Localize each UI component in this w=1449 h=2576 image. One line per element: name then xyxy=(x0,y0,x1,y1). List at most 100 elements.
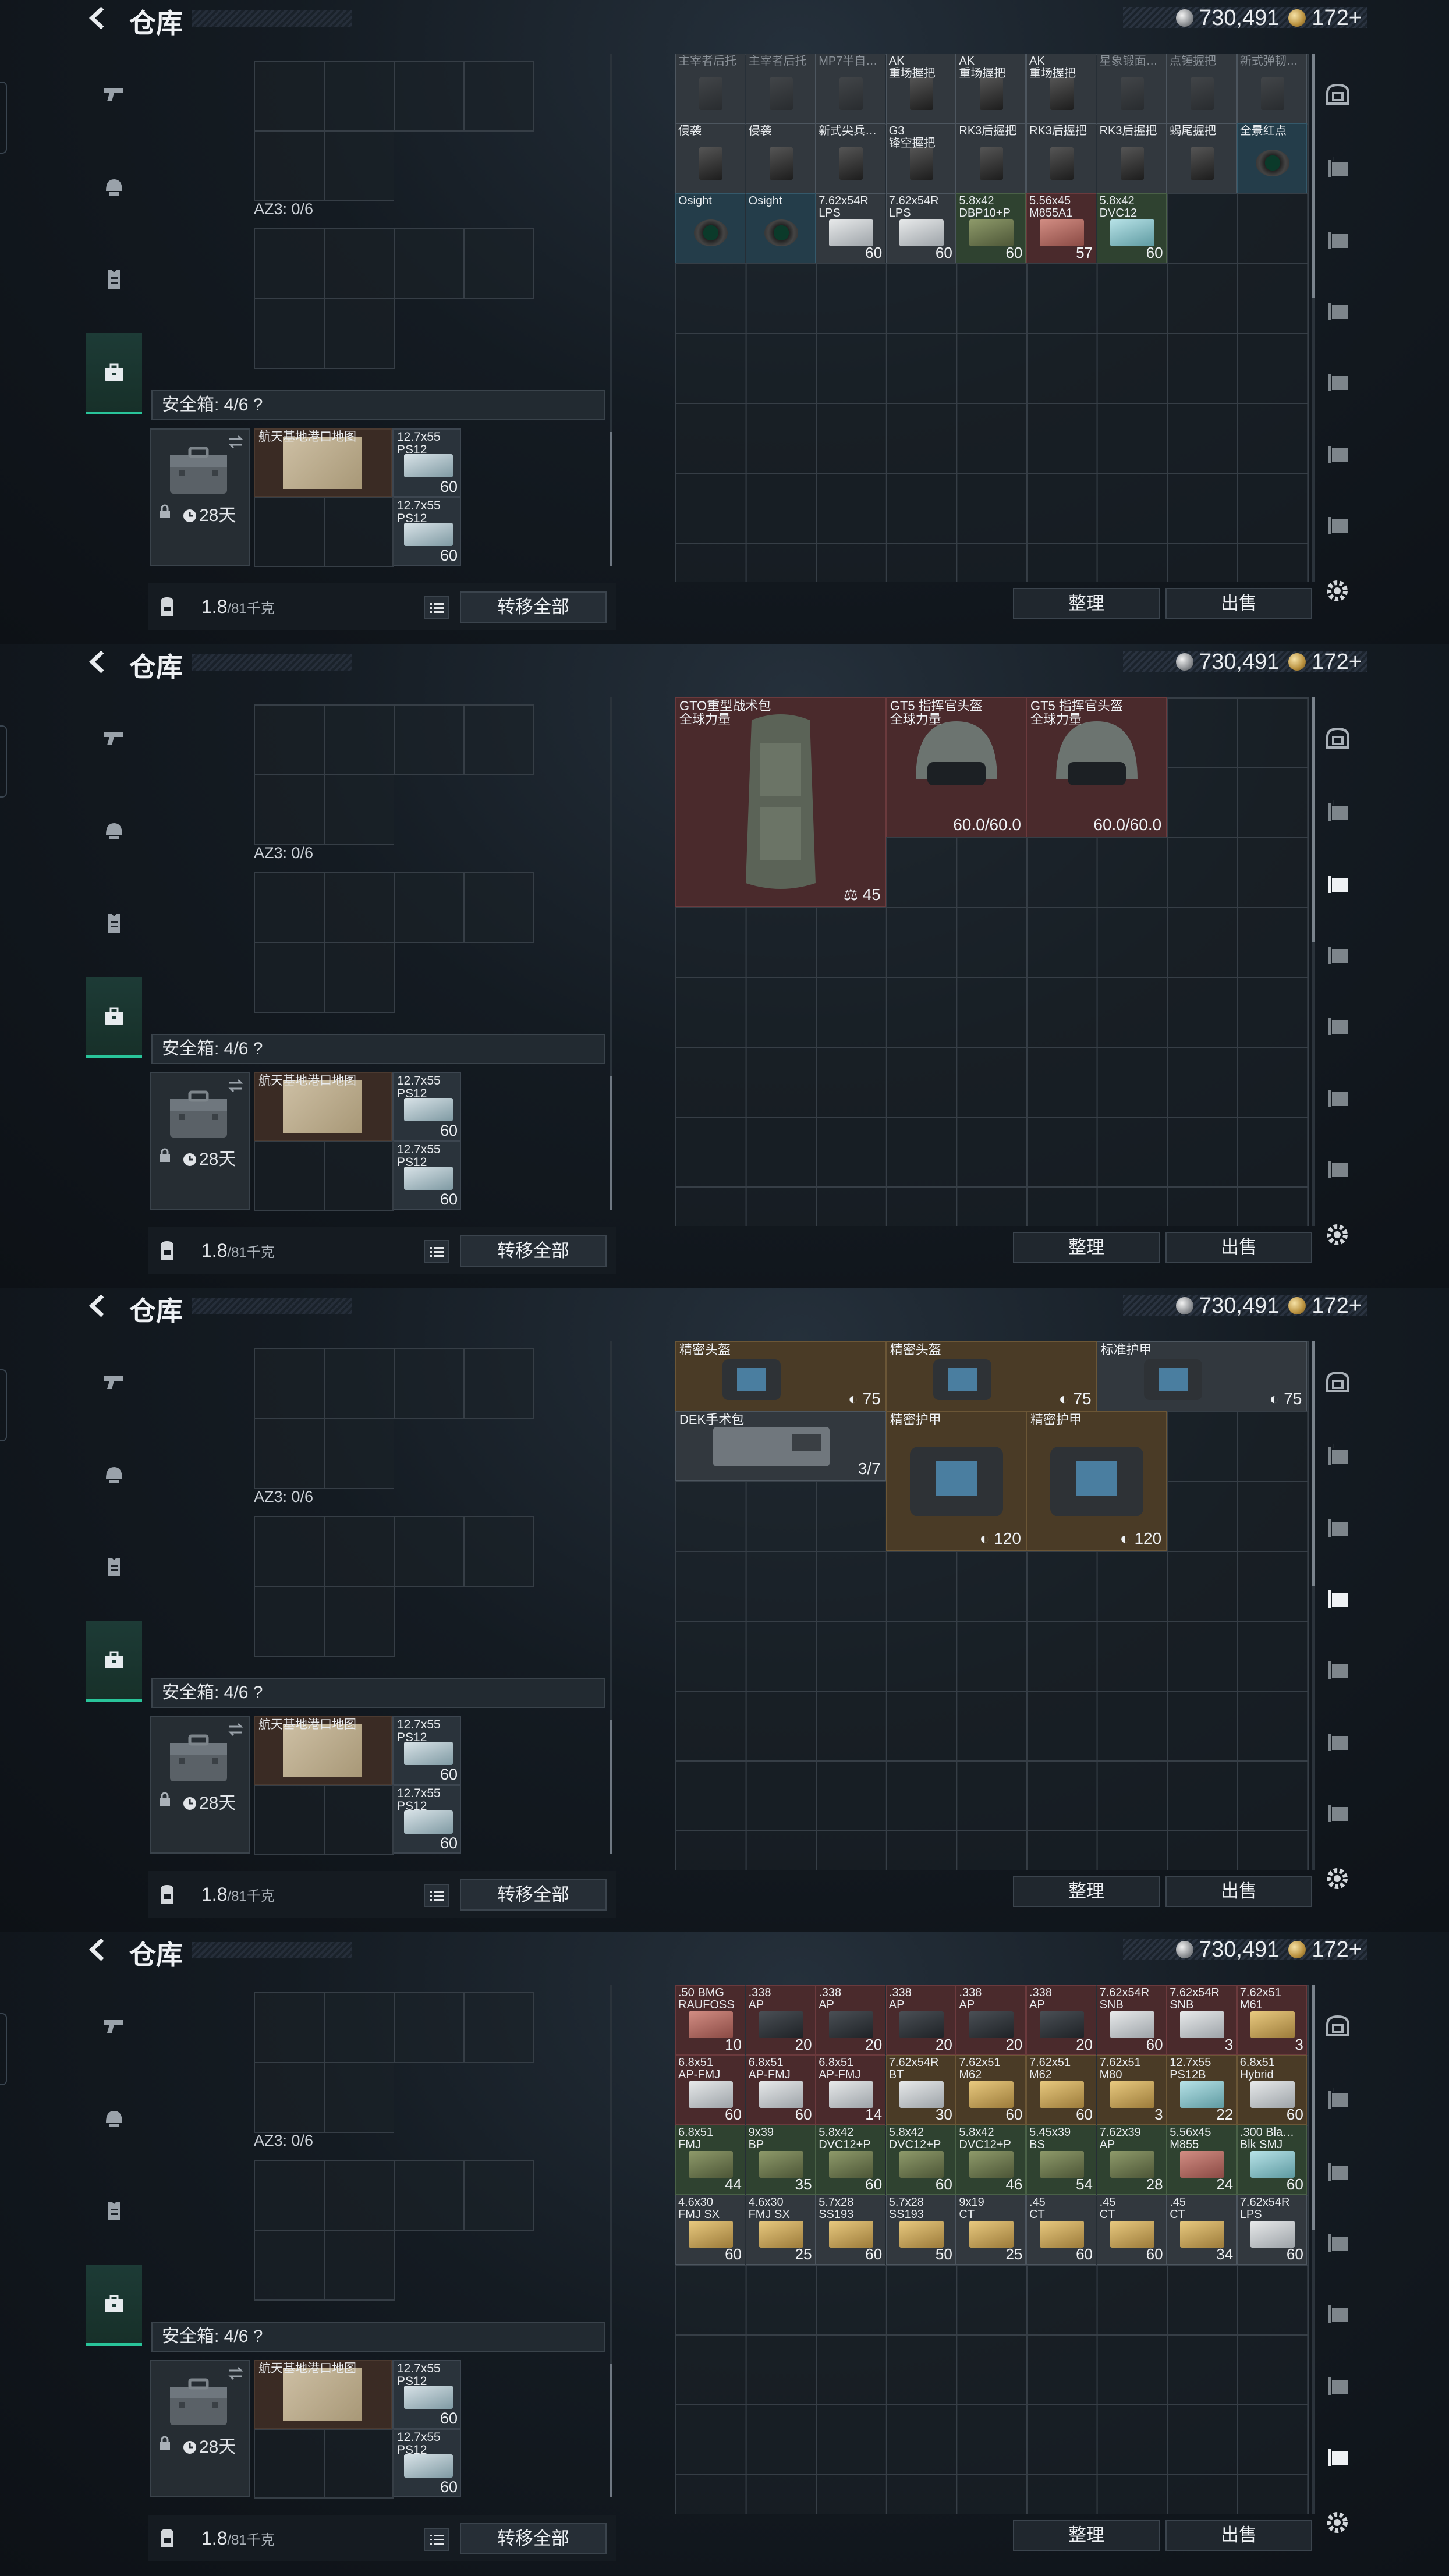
inventory-item[interactable]: 4.6x30 FMJ SX 25 xyxy=(745,2195,816,2265)
inventory-item[interactable]: AK 重场握把 xyxy=(1026,54,1096,123)
inventory-item[interactable]: RK3后握把 xyxy=(956,123,1026,193)
inventory-item[interactable]: .338 AP 20 xyxy=(956,1985,1026,2055)
tab-warehouse-6[interactable] xyxy=(1318,2437,1358,2476)
scroll-thumb[interactable] xyxy=(1312,697,1315,942)
inventory-item[interactable]: 5.56x45 M855 24 xyxy=(1167,2125,1237,2195)
inventory-item[interactable]: 9x39 BP 35 xyxy=(745,2125,816,2195)
nav-armor[interactable] xyxy=(86,239,142,320)
helmet-case-item[interactable]: 精密头盔 ◐ 75 xyxy=(675,1341,886,1411)
inventory-item[interactable]: .45 CT 34 xyxy=(1167,2195,1237,2265)
transfer-all-button[interactable]: 转移全部 xyxy=(460,2523,607,2554)
helmet-case-item[interactable]: 精密头盔 ◐ 75 xyxy=(885,1341,1097,1411)
sort-button[interactable]: 整理 xyxy=(1013,588,1160,619)
inventory-item[interactable]: 7.62x54R SNB 60 xyxy=(1096,1985,1167,2055)
inventory-item[interactable]: 5.8x42 DVC12+P 60 xyxy=(816,2125,886,2195)
ammo-item[interactable]: 12.7x55 PS12 60 xyxy=(392,1785,461,1854)
inventory-item[interactable]: 7.62x51 M62 60 xyxy=(956,2055,1026,2125)
rig-slot-grid-2[interactable] xyxy=(254,228,534,299)
map-item[interactable]: 航天基地港口地图 xyxy=(254,1716,392,1785)
inventory-item[interactable]: 侵袭 xyxy=(675,123,745,193)
inventory-item[interactable]: 6.8x51 AP-FMJ 60 xyxy=(675,2055,745,2125)
inventory-item[interactable]: AK 重场握把 xyxy=(956,54,1026,123)
rig-slot-grid-lower[interactable] xyxy=(254,130,534,201)
tab-warehouse-5[interactable] xyxy=(1318,1722,1358,1762)
tab-warehouse-6[interactable] xyxy=(1318,505,1358,545)
scroll-thumb[interactable] xyxy=(610,1720,612,1854)
inventory-item[interactable]: 点锤握把 xyxy=(1167,54,1237,123)
rig-slot-grid-2[interactable] xyxy=(254,1516,534,1587)
inventory-item[interactable]: .338 AP 20 xyxy=(1026,1985,1096,2055)
warehouse-scrollbar[interactable] xyxy=(1312,54,1315,582)
rig-slot-grid-right[interactable] xyxy=(394,61,534,132)
rig-slot-grid-2[interactable] xyxy=(254,2160,534,2231)
storage-scrollbar[interactable] xyxy=(610,697,612,1210)
tab-warehouse-1[interactable]: I xyxy=(1318,2079,1358,2119)
inventory-item[interactable]: 5.45x39 BS 54 xyxy=(1026,2125,1096,2195)
back-arrow-icon[interactable] xyxy=(85,5,112,31)
rig-slot-grid[interactable] xyxy=(254,1992,395,2063)
tab-warehouse-3[interactable] xyxy=(1318,1579,1358,1618)
nav-weapons[interactable] xyxy=(86,697,142,779)
tab-warehouse-2[interactable] xyxy=(1318,864,1358,903)
gold-amount[interactable]: 172+ xyxy=(1312,650,1362,675)
inventory-item[interactable]: AK 重场握把 xyxy=(885,54,956,123)
transfer-all-button[interactable]: 转移全部 xyxy=(460,591,607,623)
ammo-item[interactable]: 12.7x55 PS12 60 xyxy=(392,2360,461,2429)
back-arrow-icon[interactable] xyxy=(85,1292,112,1319)
tab-warehouse-5[interactable] xyxy=(1318,2366,1358,2405)
nav-weapons[interactable] xyxy=(86,1341,142,1423)
storage-scrollbar[interactable] xyxy=(610,1985,612,2497)
tab-warehouse-6[interactable] xyxy=(1318,1149,1358,1189)
tab-warehouse-5[interactable] xyxy=(1318,1078,1358,1118)
inventory-item[interactable]: 侵袭 xyxy=(745,123,816,193)
list-view-button[interactable] xyxy=(424,596,449,619)
gold-amount[interactable]: 172+ xyxy=(1312,1294,1362,1319)
tab-warehouse-2[interactable] xyxy=(1318,2152,1358,2191)
storage-scrollbar[interactable] xyxy=(610,1341,612,1854)
side-drawer-tab[interactable] xyxy=(0,82,7,154)
rig-slot-grid[interactable] xyxy=(254,61,395,132)
tab-warehouse-all[interactable] xyxy=(1318,2006,1358,2046)
rig-slot-grid-3[interactable] xyxy=(254,2230,395,2301)
rig-slot-grid-lower[interactable] xyxy=(254,774,534,845)
inventory-item[interactable]: 7.62x54R LPS 60 xyxy=(1237,2195,1307,2265)
gold-amount[interactable]: 172+ xyxy=(1312,6,1362,31)
safe-box-header[interactable]: 安全箱: 4/6 ? xyxy=(151,1034,605,1064)
list-view-button[interactable] xyxy=(424,2528,449,2551)
surgery-kit-item[interactable]: DEK手术包 3/7 xyxy=(675,1411,886,1481)
tab-warehouse-6[interactable] xyxy=(1318,1793,1358,1833)
safe-box[interactable]: 28天 xyxy=(150,428,250,566)
inventory-item[interactable]: 6.8x51 Hybrid 60 xyxy=(1237,2055,1307,2125)
rig-slot-grid[interactable] xyxy=(254,1348,395,1419)
inventory-item[interactable]: 7.62x54R SNB 3 xyxy=(1167,1985,1237,2055)
inventory-item[interactable]: 7.62x39 AP 28 xyxy=(1096,2125,1167,2195)
warehouse-scrollbar[interactable] xyxy=(1312,1985,1315,2514)
inventory-item[interactable]: 6.8x51 AP-FMJ 60 xyxy=(745,2055,816,2125)
inventory-item[interactable]: 全景红点 xyxy=(1237,123,1307,193)
backpack-item[interactable]: GTO重型战术包 全球力量 ⚖ 45 xyxy=(675,697,886,907)
rig-slot-grid-lower[interactable] xyxy=(254,1418,534,1489)
armor-case-item[interactable]: 标准护甲 ◐ 75 xyxy=(1096,1341,1308,1411)
rig-slot-grid-right[interactable] xyxy=(394,1992,534,2063)
inventory-item[interactable]: 7.62x54R BT 30 xyxy=(885,2055,956,2125)
side-drawer-tab[interactable] xyxy=(0,2013,7,2085)
safe-slot-empty[interactable] xyxy=(254,1785,394,1855)
inventory-item[interactable]: 蝎尾握把 xyxy=(1167,123,1237,193)
inventory-item[interactable]: 5.8x42 DBP10+P 60 xyxy=(956,193,1026,263)
armor-case-item[interactable]: 精密护甲 ◐ 120 xyxy=(885,1411,1026,1551)
inventory-item[interactable]: 主宰者后托 xyxy=(675,54,745,123)
list-view-button[interactable] xyxy=(424,1884,449,1907)
nav-storage[interactable] xyxy=(86,977,142,1058)
inventory-item[interactable]: 7.62x54R LPS 60 xyxy=(816,193,886,263)
helmet-item[interactable]: GT5 指挥官头盔 全球力量 60.0/60.0 xyxy=(1026,697,1167,837)
nav-helmet[interactable] xyxy=(86,2078,142,2160)
nav-storage[interactable] xyxy=(86,1621,142,1702)
inventory-item[interactable]: Osight xyxy=(745,193,816,263)
sell-button[interactable]: 出售 xyxy=(1165,1876,1312,1907)
scroll-thumb[interactable] xyxy=(1312,1341,1315,1586)
rig-slot-grid-lower[interactable] xyxy=(254,2062,534,2133)
inventory-item[interactable]: 5.7x28 SS193 50 xyxy=(885,2195,956,2265)
scroll-thumb[interactable] xyxy=(610,432,612,566)
inventory-item[interactable]: 新式尖兵… xyxy=(816,123,886,193)
inventory-item[interactable]: 12.7x55 PS12B 22 xyxy=(1167,2055,1237,2125)
